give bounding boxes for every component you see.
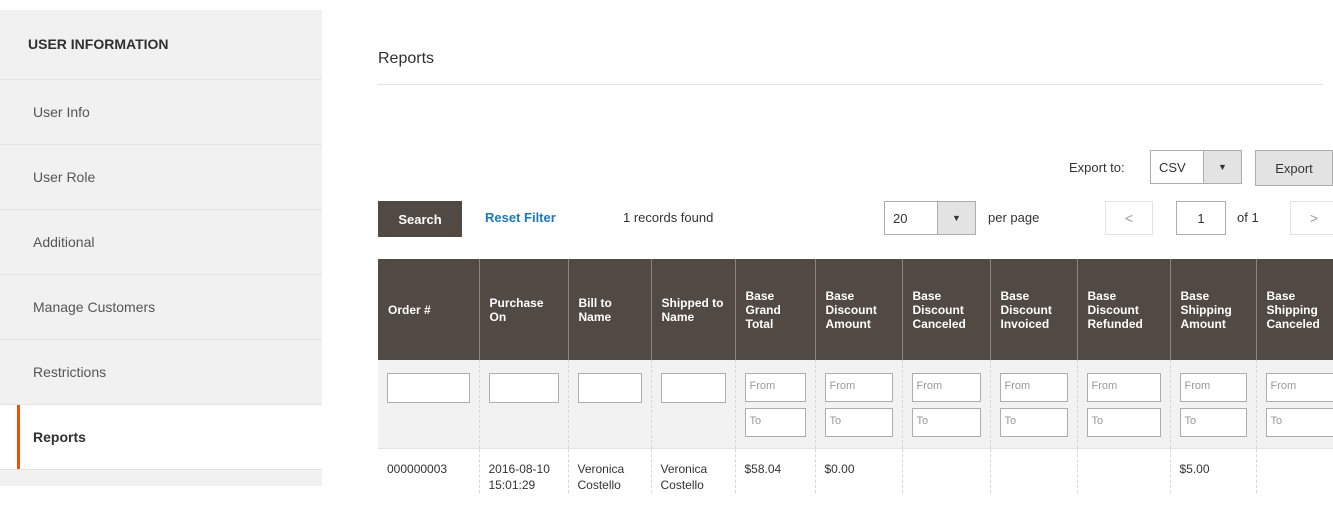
sidebar-nav: USER INFORMATION User Info User Role Add… <box>0 10 322 486</box>
shipped-to-name-filter-input[interactable] <box>660 373 726 403</box>
sidebar-item-manage-customers[interactable]: Manage Customers <box>0 275 322 340</box>
filter-cell: From To <box>1170 360 1257 449</box>
sidebar-item-label: Reports <box>33 429 86 445</box>
sidebar-item-user-role[interactable]: User Role <box>0 145 322 210</box>
filter-cell: From To <box>1077 360 1171 449</box>
table-cell: $5.00 <box>1170 448 1257 493</box>
column-header-order[interactable]: Order # <box>378 259 480 360</box>
next-page-button[interactable]: > <box>1290 201 1333 235</box>
search-button[interactable]: Search <box>378 201 462 237</box>
reports-grid: Order # Purchase On Bill to Name Shipped… <box>378 259 1333 529</box>
records-found-count: 1 records found <box>623 210 714 225</box>
sidebar-item-user-info[interactable]: User Info <box>0 80 322 145</box>
column-header-base-discount-amount[interactable]: Base Discount Amount <box>815 259 903 360</box>
reports-table: Order # Purchase On Bill to Name Shipped… <box>378 259 1333 493</box>
table-cell <box>902 448 991 493</box>
filter-cell <box>651 360 736 449</box>
table-cell <box>1256 448 1333 493</box>
heading-divider <box>378 84 1323 85</box>
to-filter-input[interactable]: To <box>824 408 893 437</box>
chevron-down-icon: ▼ <box>937 202 975 234</box>
reset-filter-link[interactable]: Reset Filter <box>485 210 556 225</box>
chevron-down-icon: ▼ <box>1203 151 1241 183</box>
page-title: Reports <box>378 50 435 67</box>
from-filter-input[interactable]: From <box>824 373 893 402</box>
export-label: Export to: <box>1069 160 1125 175</box>
to-filter-input[interactable]: To <box>1086 408 1161 437</box>
column-header-shipped-to-name[interactable]: Shipped to Name <box>651 259 736 360</box>
sidebar-item-restrictions[interactable]: Restrictions <box>0 340 322 405</box>
table-header-row: Order # Purchase On Bill to Name Shipped… <box>378 259 1333 360</box>
sidebar-item-label: Manage Customers <box>33 299 156 315</box>
column-header-purchase-on[interactable]: Purchase On <box>479 259 569 360</box>
column-header-base-shipping-amount[interactable]: Base Shipping Amount <box>1170 259 1257 360</box>
from-filter-input[interactable]: From <box>999 373 1068 402</box>
table-cell: $58.04 <box>735 448 816 493</box>
table-cell: $0.00 <box>815 448 903 493</box>
filter-row: From To From To From To From To From To … <box>378 360 1333 449</box>
column-header-base-discount-canceled[interactable]: Base Discount Canceled <box>902 259 991 360</box>
filter-cell: From To <box>1256 360 1333 449</box>
table-cell: 000000003 <box>378 448 480 493</box>
column-header-base-discount-invoiced[interactable]: Base Discount Invoiced <box>990 259 1078 360</box>
sidebar-item-label: Additional <box>33 234 95 250</box>
filter-cell: From To <box>735 360 816 449</box>
to-filter-input[interactable]: To <box>1179 408 1247 437</box>
export-button[interactable]: Export <box>1255 150 1333 186</box>
per-page-value: 20 <box>893 210 908 226</box>
sidebar-item-reports[interactable]: Reports <box>0 405 322 470</box>
purchase-on-filter-input[interactable] <box>488 373 559 403</box>
column-header-bill-to-name[interactable]: Bill to Name <box>568 259 652 360</box>
from-filter-input[interactable]: From <box>1086 373 1161 402</box>
table-cell <box>1077 448 1171 493</box>
table-cell: 2016-08-10 15:01:29 <box>479 448 569 493</box>
column-header-base-discount-refunded[interactable]: Base Discount Refunded <box>1077 259 1171 360</box>
per-page-label: per page <box>988 210 1040 225</box>
sidebar-item-label: Restrictions <box>33 364 107 380</box>
from-filter-input[interactable]: From <box>1179 373 1247 402</box>
sidebar-footer <box>0 470 322 480</box>
export-format-select[interactable]: CSV ▼ <box>1150 150 1242 184</box>
sidebar-item-label: User Role <box>33 169 96 185</box>
column-header-base-grand-total[interactable]: Base Grand Total <box>735 259 816 360</box>
export-format-value: CSV <box>1159 159 1186 175</box>
table-cell: Veronica Costello <box>651 448 736 493</box>
per-page-select[interactable]: 20 ▼ <box>884 201 976 235</box>
to-filter-input[interactable]: To <box>1265 408 1333 437</box>
to-filter-input[interactable]: To <box>999 408 1068 437</box>
filter-cell <box>378 360 480 449</box>
sidebar-title: USER INFORMATION <box>0 10 322 80</box>
from-filter-input[interactable]: From <box>911 373 981 402</box>
order-filter-input[interactable] <box>387 373 470 403</box>
filter-cell <box>479 360 569 449</box>
filter-cell: From To <box>815 360 903 449</box>
bill-to-name-filter-input[interactable] <box>577 373 642 403</box>
to-filter-input[interactable]: To <box>911 408 981 437</box>
to-filter-input[interactable]: To <box>744 408 806 437</box>
table-cell: Veronica Costello <box>568 448 652 493</box>
filter-cell: From To <box>902 360 991 449</box>
sidebar-item-label: User Info <box>33 104 90 120</box>
from-filter-input[interactable]: From <box>744 373 806 402</box>
table-cell <box>990 448 1078 493</box>
column-header-base-shipping-canceled[interactable]: Base Shipping Canceled <box>1256 259 1333 360</box>
current-page-input[interactable]: 1 <box>1176 201 1226 235</box>
page-count: of 1 <box>1237 210 1259 225</box>
filter-cell: From To <box>990 360 1078 449</box>
filter-cell <box>568 360 652 449</box>
prev-page-button[interactable]: < <box>1105 201 1153 235</box>
from-filter-input[interactable]: From <box>1265 373 1333 402</box>
sidebar-item-additional[interactable]: Additional <box>0 210 322 275</box>
table-row[interactable]: 000000003 2016-08-10 15:01:29 Veronica C… <box>378 448 1333 493</box>
